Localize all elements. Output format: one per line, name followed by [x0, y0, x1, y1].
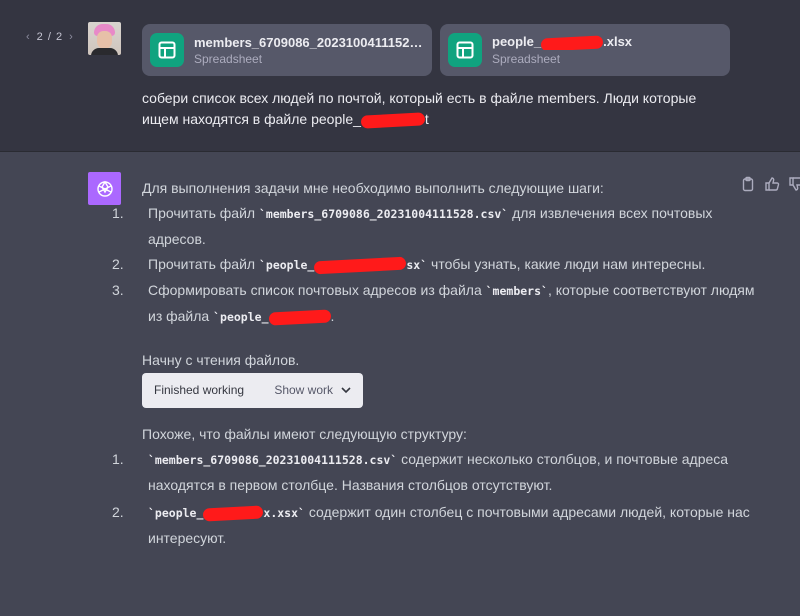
redaction-mark — [203, 505, 264, 522]
list-item: 1. Прочитать файл `members_6709086_202310… — [112, 205, 713, 247]
attachment-members[interactable]: members_6709086_20231004111528.c... Spre… — [142, 24, 432, 76]
assistant-paragraph: Похоже, что файлы имеют следующую структ… — [142, 426, 467, 442]
list-item: 2. Прочитать файл `people_ sx` чтобы узнат… — [112, 252, 762, 278]
prev-response-button[interactable]: ‹ — [26, 31, 31, 43]
next-response-button[interactable]: › — [69, 31, 74, 43]
attachment-name: members_6709086_20231004111528.c... — [194, 34, 429, 50]
assistant-message: Для выполнения задачи мне необходимо вып… — [112, 176, 762, 553]
show-work-button[interactable]: Show work — [274, 378, 351, 403]
user-avatar — [88, 22, 121, 55]
redaction-mark — [314, 256, 407, 275]
list-item: 3. Сформировать список почтовых адресов и… — [112, 282, 755, 326]
attachment-people[interactable]: people_ .xlsx Spreadsheet — [440, 24, 730, 76]
chevron-down-icon — [341, 387, 351, 394]
redaction-mark — [540, 34, 604, 50]
pager-label: 2 / 2 — [36, 31, 64, 43]
thumbs-down-icon[interactable] — [788, 176, 800, 192]
redaction-mark — [360, 112, 426, 129]
thumbs-up-icon[interactable] — [764, 176, 780, 192]
assistant-intro: Для выполнения задачи мне необходимо вып… — [142, 180, 604, 196]
attachment-type: Spreadsheet — [492, 51, 561, 66]
spreadsheet-icon — [448, 33, 482, 67]
spreadsheet-icon — [150, 33, 184, 67]
redaction-mark — [268, 309, 331, 326]
user-turn: ‹ 2 / 2 › members_6709086_20231004111528… — [0, 0, 800, 152]
user-message: собери список всех людей по почтой, кото… — [142, 90, 697, 129]
structure-list: 1. `members_6709086_20231004111528.csv` с… — [112, 447, 762, 551]
list-item: 2. `people_ x.xsx` содержит один столбец с… — [112, 504, 750, 546]
attachment-type: Spreadsheet — [194, 51, 263, 66]
steps-list: 1. Прочитать файл `members_6709086_202310… — [112, 201, 762, 330]
finished-working-panel[interactable]: Finished working Show work — [142, 373, 363, 408]
status-label: Finished working — [154, 383, 245, 397]
attachment-name: people_ .xlsx — [492, 34, 633, 50]
list-item: 1. `members_6709086_20231004111528.csv` с… — [112, 451, 729, 493]
assistant-paragraph: Начну с чтения файлов. — [142, 352, 300, 368]
response-pager: ‹ 2 / 2 › — [26, 31, 74, 43]
